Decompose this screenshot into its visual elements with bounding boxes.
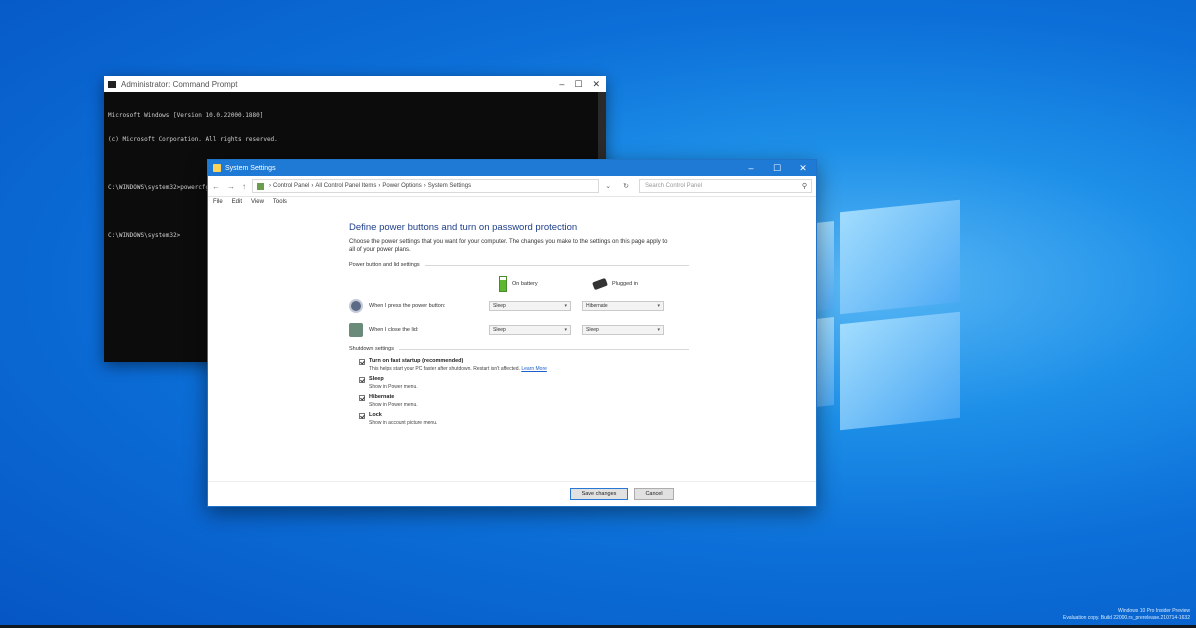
- checkbox-checked-icon[interactable]: [359, 377, 365, 383]
- chevron-down-icon: ▾: [657, 303, 660, 309]
- address-bar[interactable]: › Control Panel › All Control Panel Item…: [252, 179, 600, 193]
- hibernate-checkbox[interactable]: Hibernate: [359, 394, 689, 401]
- power-button-label: When I press the power button:: [369, 303, 446, 309]
- plugged-in-label: Plugged in: [612, 281, 638, 287]
- battery-icon: [499, 276, 507, 292]
- control-panel-icon: [213, 164, 221, 172]
- chevron-down-icon: ▾: [564, 327, 567, 333]
- close-button[interactable]: ✕: [790, 160, 816, 176]
- refresh-icon[interactable]: ↻: [623, 182, 629, 190]
- address-bar-row: ← → ↑ › Control Panel › All Control Pane…: [208, 176, 816, 197]
- cmd-icon: [108, 80, 116, 88]
- menu-bar: File Edit View Tools: [208, 197, 816, 211]
- control-panel-icon: [257, 182, 264, 190]
- shutdown-section-header: Shutdown settings: [349, 346, 689, 352]
- maximize-button[interactable]: ☐: [764, 160, 790, 176]
- page-title: Define power buttons and turn on passwor…: [349, 222, 578, 233]
- minimize-button[interactable]: –: [738, 160, 764, 176]
- power-button-battery-select[interactable]: Sleep ▾: [489, 301, 571, 311]
- lock-description: Show in account picture menu.: [369, 420, 438, 426]
- dialog-footer: Save changes Cancel: [208, 481, 816, 506]
- checkbox-checked-icon[interactable]: [359, 413, 365, 419]
- cmd-close-button[interactable]: ✕: [592, 79, 600, 90]
- learn-more-link[interactable]: Learn More: [521, 366, 547, 372]
- save-changes-button[interactable]: Save changes: [570, 488, 628, 500]
- hibernate-description: Show in Power menu.: [369, 402, 418, 408]
- cmd-title: Administrator: Command Prompt: [121, 79, 238, 89]
- window-title: System Settings: [225, 164, 276, 172]
- settings-titlebar[interactable]: System Settings – ☐ ✕: [208, 160, 816, 176]
- windows-logo: [816, 199, 966, 431]
- system-settings-window[interactable]: System Settings – ☐ ✕ ← → ↑ › Control Pa…: [207, 159, 817, 507]
- breadcrumb-all-items[interactable]: All Control Panel Items: [315, 183, 376, 189]
- on-battery-label: On battery: [512, 281, 538, 287]
- search-icon: ⚲: [801, 183, 807, 190]
- chevron-down-icon: ▾: [564, 303, 567, 309]
- lid-plugged-select[interactable]: Sleep ▾: [582, 325, 664, 335]
- power-button-row: When I press the power button: Sleep ▾ Hi…: [349, 294, 689, 318]
- chevron-down-icon: ▾: [657, 327, 660, 333]
- lid-row: When I close the lid: Sleep ▾ Sleep ▾: [349, 318, 689, 342]
- power-button-icon: [349, 299, 363, 313]
- sleep-description: Show in Power menu.: [369, 384, 418, 390]
- cmd-minimize-button[interactable]: –: [559, 79, 564, 90]
- cmd-maximize-button[interactable]: ☐: [574, 79, 582, 90]
- breadcrumb-control-panel[interactable]: Control Panel: [273, 183, 309, 189]
- settings-content: Define power buttons and turn on passwor…: [349, 222, 689, 426]
- power-column-headers: On battery Plugged in: [499, 274, 689, 294]
- checkbox-checked-icon[interactable]: [359, 359, 365, 365]
- search-input[interactable]: Search Control Panel ⚲: [639, 179, 812, 193]
- cmd-titlebar[interactable]: Administrator: Command Prompt – ☐ ✕: [104, 76, 606, 92]
- breadcrumb-power-options[interactable]: Power Options: [382, 183, 421, 189]
- checkbox-checked-icon[interactable]: [359, 395, 365, 401]
- power-section-header: Power button and lid settings: [349, 262, 689, 268]
- laptop-lid-icon: [349, 323, 363, 337]
- page-description: Choose the power settings that you want …: [349, 239, 668, 253]
- menu-view[interactable]: View: [251, 199, 264, 211]
- lid-battery-select[interactable]: Sleep ▾: [489, 325, 571, 335]
- lock-checkbox[interactable]: Lock: [359, 412, 689, 419]
- cmd-line: Microsoft Windows [Version 10.0.22000.18…: [108, 112, 264, 119]
- search-placeholder: Search Control Panel: [645, 183, 703, 189]
- plug-icon: [592, 277, 608, 291]
- back-button[interactable]: ←: [212, 182, 220, 191]
- cancel-button[interactable]: Cancel: [634, 488, 674, 500]
- power-button-plugged-select[interactable]: Hibernate ▾: [582, 301, 664, 311]
- desktop-watermark: Windows 10 Pro Insider Preview Evaluatio…: [1063, 608, 1190, 621]
- breadcrumb-system-settings[interactable]: System Settings: [428, 183, 471, 189]
- menu-file[interactable]: File: [213, 199, 223, 211]
- fast-startup-description: This helps start your PC faster after sh…: [369, 366, 547, 372]
- fast-startup-checkbox[interactable]: Turn on fast startup (recommended): [359, 358, 689, 365]
- address-dropdown-icon[interactable]: ⌄: [605, 182, 611, 190]
- sleep-checkbox[interactable]: Sleep: [359, 376, 689, 383]
- cmd-line: (c) Microsoft Corporation. All rights re…: [108, 136, 278, 143]
- menu-tools[interactable]: Tools: [273, 199, 287, 211]
- forward-button[interactable]: →: [227, 182, 235, 191]
- menu-edit[interactable]: Edit: [232, 199, 242, 211]
- up-button[interactable]: ↑: [242, 182, 246, 191]
- lid-label: When I close the lid:: [369, 327, 419, 333]
